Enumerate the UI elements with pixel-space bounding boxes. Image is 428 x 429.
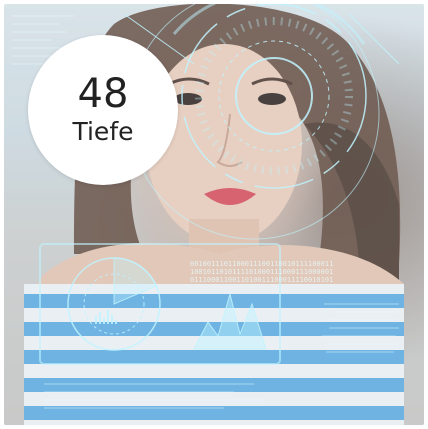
depth-value: 48: [77, 71, 129, 117]
depth-label: Tiefe: [72, 117, 134, 146]
depth-badge: 48 Tiefe: [28, 35, 178, 185]
hologram-portrait-image: 0010011101100011100110010111100011 10010…: [4, 4, 424, 425]
